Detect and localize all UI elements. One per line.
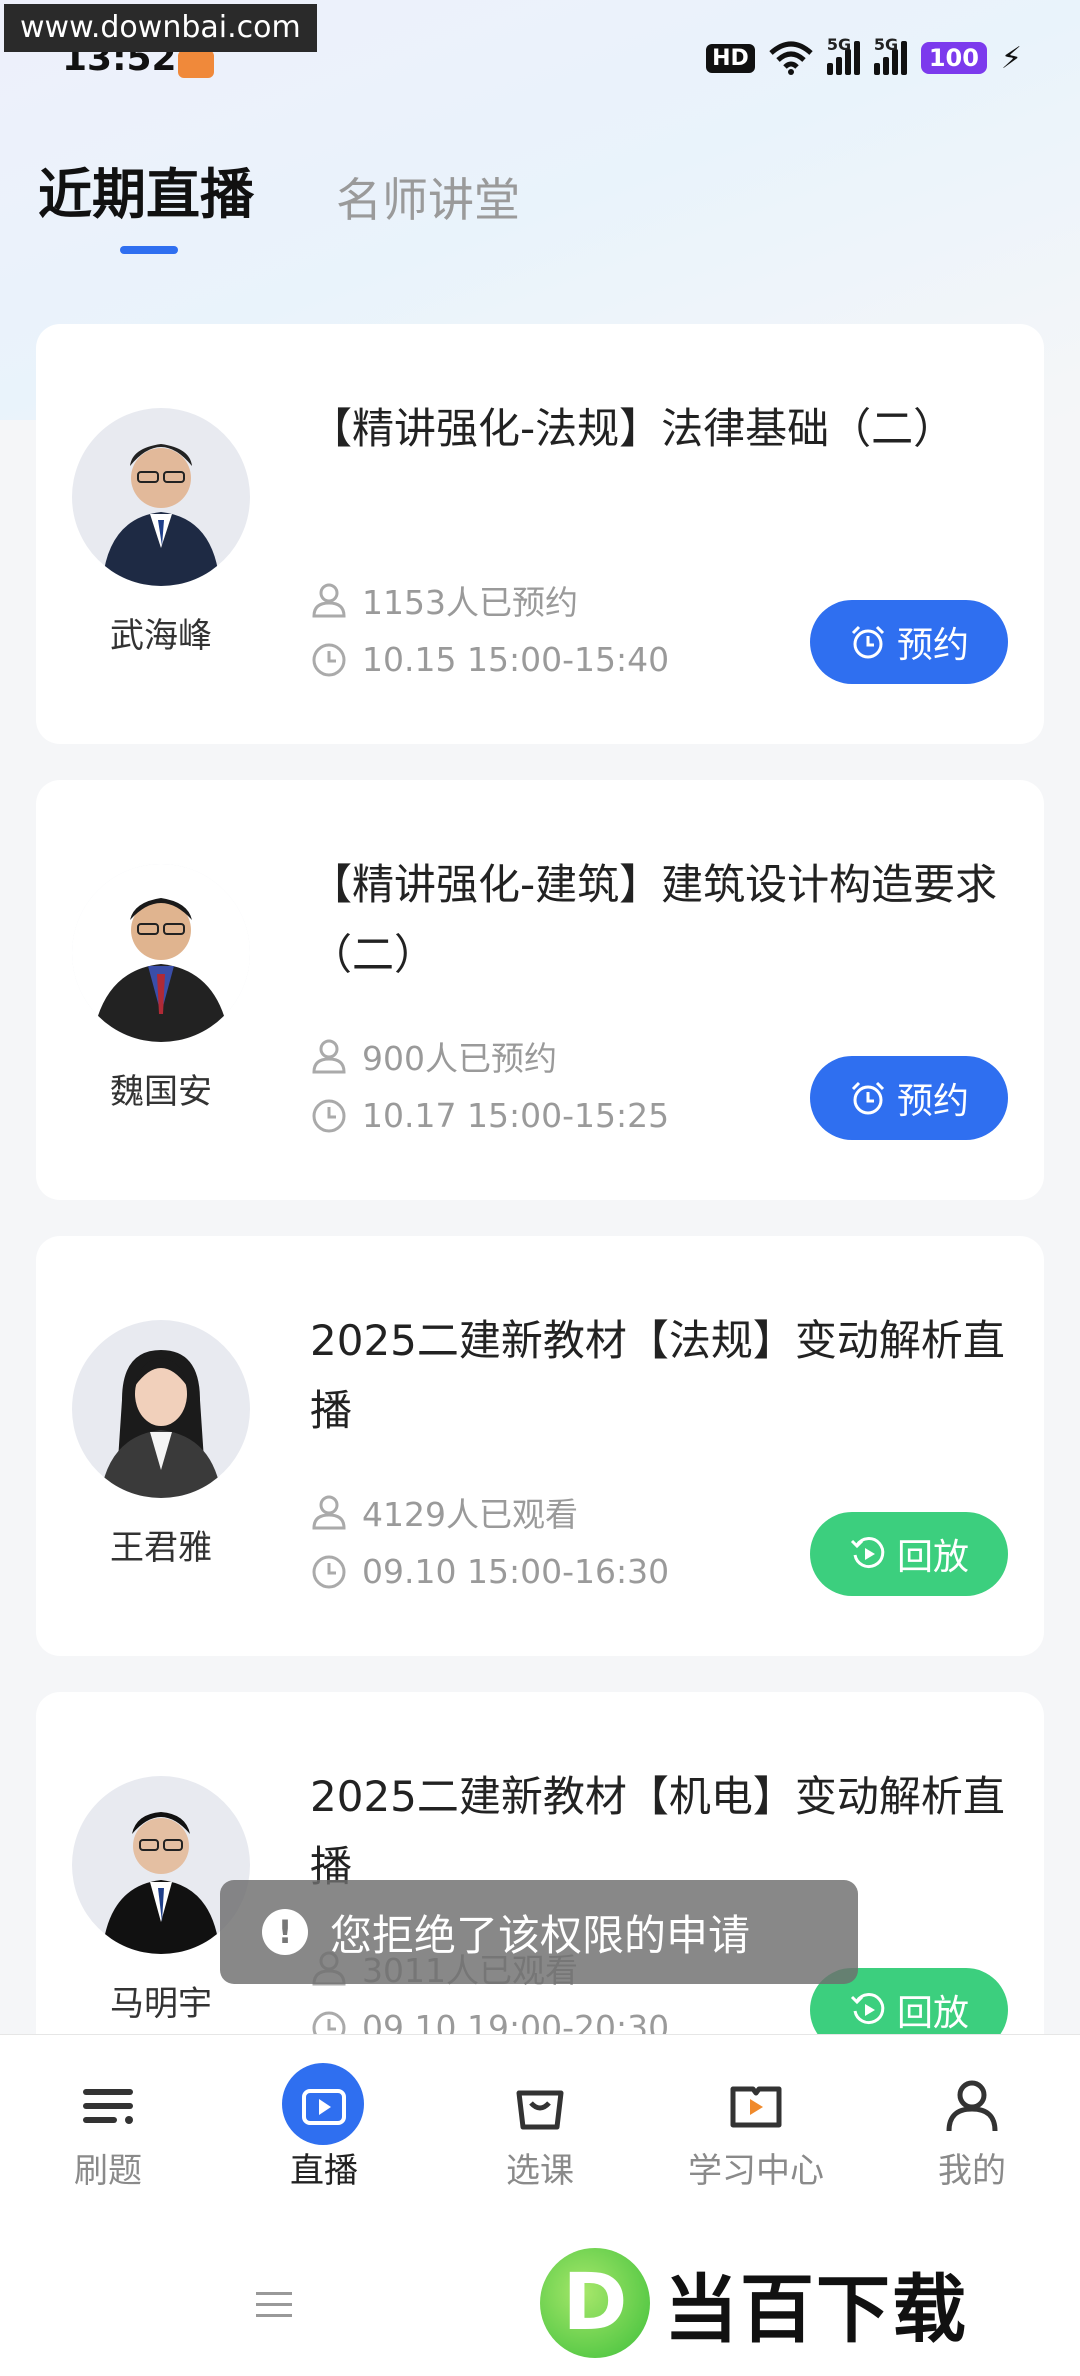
teacher-name: 武海峰 [110, 616, 212, 656]
person-icon [946, 2080, 998, 2132]
time-text: 10.17 15:00-15:25 [362, 1096, 670, 1135]
alarm-icon [851, 1081, 885, 1115]
charging-icon: ⚡ [1000, 40, 1022, 76]
reserve-button[interactable]: 预约 [810, 1056, 1008, 1140]
teacher-name: 魏国安 [110, 1072, 212, 1112]
nav-label: 学习中心 [688, 2151, 824, 2191]
brand-watermark: D 当百下载 [540, 2248, 968, 2358]
nav-item-courses[interactable]: 选课 [432, 2035, 648, 2221]
viewer-count: 4129人已观看 [310, 1488, 578, 1536]
app-notification-icon [178, 50, 214, 78]
button-label: 回放 [896, 1537, 969, 1578]
active-tab-indicator [120, 246, 178, 254]
tab-recent-live[interactable]: 近期直播 [38, 150, 254, 229]
course-title: 【精讲强化-法规】法律基础（二） [310, 404, 956, 453]
nav-label: 直播 [290, 2151, 358, 2191]
teacher-name: 王君雅 [110, 1528, 212, 1568]
avatar [72, 408, 250, 586]
exclamation-icon: ! [262, 1909, 308, 1955]
signal-icon-1: 5G [826, 35, 860, 75]
button-label: 回放 [896, 1993, 969, 2034]
signal-icon-2: 5G [873, 35, 907, 75]
list-icon [83, 2089, 133, 2124]
nav-label: 刷题 [74, 2151, 142, 2191]
live-play-icon [302, 2089, 346, 2125]
alarm-icon [851, 625, 885, 659]
status-icons: HD 5G 5G 100 ⚡ [706, 35, 1022, 78]
replay-icon [850, 1993, 885, 2025]
nav-label: 选课 [506, 2151, 574, 2191]
nav-item-live[interactable]: 直播 [216, 2035, 432, 2221]
course-title: 2025二建新教材【法规】变动解析直播 [310, 1316, 1005, 1435]
bottom-navigation: 刷题 直播 选课 学习中心 我的 [0, 2034, 1080, 2220]
nav-item-practice[interactable]: 刷题 [0, 2035, 216, 2221]
schedule-time: 09.10 15:00-16:30 [310, 1552, 669, 1591]
tab-famous-teacher[interactable]: 名师讲堂 [336, 164, 520, 230]
replay-button[interactable]: 回放 [810, 1512, 1008, 1596]
site-watermark: www.downbai.com [4, 4, 317, 52]
teacher-name: 马明宇 [110, 1984, 212, 2024]
hd-badge: HD [706, 43, 755, 73]
live-card[interactable]: 魏国安 【精讲强化-建筑】建筑设计构造要求（二） 900人已预约 10.17 1… [36, 780, 1044, 1200]
study-book-icon [730, 2086, 782, 2128]
brand-logo-icon: D [540, 2248, 650, 2358]
nav-item-mine[interactable]: 我的 [864, 2035, 1080, 2221]
toast-text: 您拒绝了该权限的申请 [330, 1910, 751, 1960]
clock-icon [312, 1099, 346, 1132]
shopping-bag-icon [516, 2090, 564, 2130]
button-label: 预约 [896, 1081, 969, 1122]
system-navigation-bar: D 当百下载 [0, 2220, 1080, 2376]
replay-icon [850, 1537, 885, 1569]
permission-denied-toast: ! 您拒绝了该权限的申请 [220, 1880, 858, 1984]
time-text: 09.10 15:00-16:30 [362, 1552, 670, 1591]
nav-label: 我的 [938, 2151, 1006, 2191]
person-outline-icon [312, 1495, 346, 1530]
avatar [72, 1320, 250, 1498]
avatar [72, 864, 250, 1042]
button-label: 预约 [896, 625, 969, 666]
attendee-count: 900人已预约 [310, 1032, 557, 1080]
person-outline-icon [312, 583, 346, 618]
live-card[interactable]: 王君雅 2025二建新教材【法规】变动解析直播 4129人已观看 09.10 1… [36, 1236, 1044, 1656]
count-text: 4129人已观看 [362, 1495, 578, 1534]
live-card[interactable]: 武海峰 【精讲强化-法规】法律基础（二） 1153人已预约 10.15 15:0… [36, 324, 1044, 744]
schedule-time: 10.15 15:00-15:40 [310, 640, 669, 679]
nav-item-study-center[interactable]: 学习中心 [648, 2035, 864, 2221]
schedule-time: 10.17 15:00-15:25 [310, 1096, 669, 1135]
clock-icon [312, 1555, 346, 1588]
battery-indicator: 100 [920, 42, 987, 74]
reserve-button[interactable]: 预约 [810, 600, 1008, 684]
wifi-icon [769, 41, 813, 75]
attendee-count: 1153人已预约 [310, 576, 578, 624]
count-text: 1153人已预约 [362, 583, 578, 622]
person-outline-icon [312, 1039, 346, 1074]
menu-icon[interactable] [256, 2290, 292, 2320]
count-text: 900人已预约 [362, 1039, 557, 1078]
clock-icon [312, 643, 346, 676]
course-title: 【精讲强化-建筑】建筑设计构造要求（二） [310, 860, 998, 979]
time-text: 10.15 15:00-15:40 [362, 640, 670, 679]
brand-text: 当百下载 [664, 2266, 968, 2353]
